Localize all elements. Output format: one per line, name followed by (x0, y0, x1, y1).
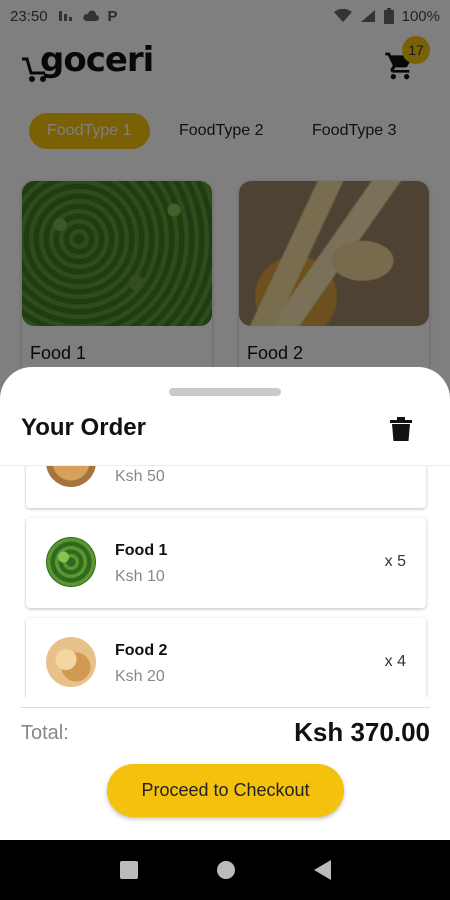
list-item[interactable]: Food 1 Ksh 10 x 5 (26, 518, 426, 608)
system-nav-bar (0, 840, 450, 900)
checkout-button[interactable]: Proceed to Checkout (107, 764, 344, 817)
list-item[interactable]: Food 2 Ksh 20 x 4 (26, 618, 426, 697)
order-item-list[interactable]: Ksh 50 Food 1 Ksh 10 x 5 Food 2 Ksh 20 x… (0, 465, 450, 697)
total-divider (20, 707, 430, 708)
item-thumbnail (46, 537, 96, 587)
item-name: Food 2 (115, 642, 168, 659)
order-title: Your Order (21, 414, 146, 441)
item-thumbnail (46, 637, 96, 687)
home-icon[interactable] (216, 861, 235, 879)
order-bottom-sheet: Your Order Ksh 50 Food 1 Ksh 10 x 5 Food… (0, 367, 450, 840)
item-price: Ksh 50 (115, 468, 165, 485)
recents-icon[interactable] (119, 861, 138, 879)
total-value: Ksh 370.00 (294, 717, 430, 747)
back-icon[interactable] (313, 860, 331, 880)
sheet-drag-handle[interactable] (169, 388, 281, 396)
trash-icon[interactable] (390, 417, 412, 441)
item-quantity: x 5 (384, 553, 406, 570)
list-item[interactable]: Ksh 50 (26, 466, 426, 508)
item-quantity: x 4 (384, 653, 406, 670)
item-price: Ksh 10 (115, 568, 165, 585)
item-name: Food 1 (115, 542, 168, 559)
item-price: Ksh 20 (115, 668, 165, 685)
item-thumbnail (46, 466, 96, 487)
total-label: Total: (21, 722, 69, 744)
